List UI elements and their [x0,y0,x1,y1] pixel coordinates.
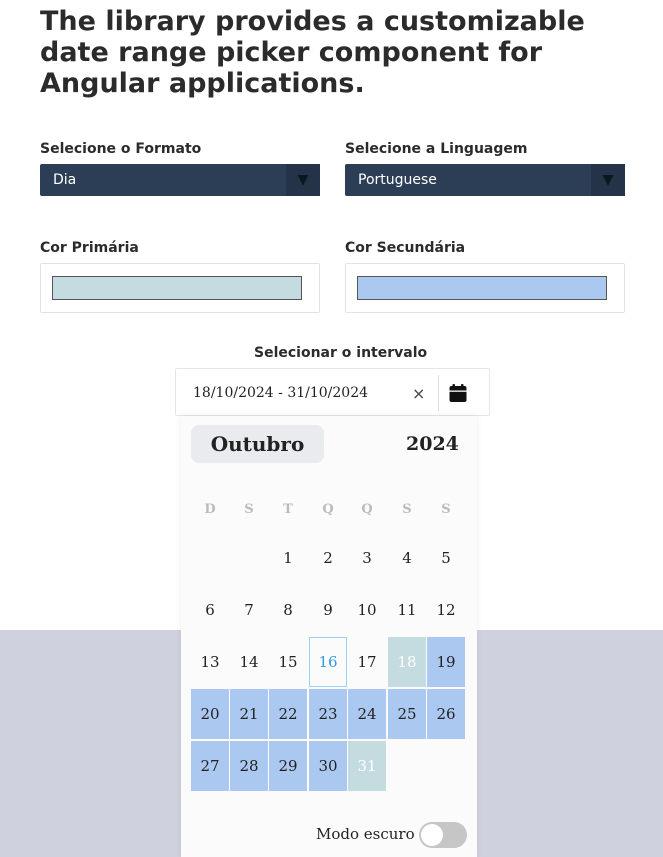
calendar-day[interactable]: 5 [427,533,465,583]
calendar-day[interactable]: 16 [309,637,347,687]
calendar-day[interactable]: 24 [348,689,386,739]
dark-mode-toggle[interactable] [419,822,467,848]
calendar-day[interactable]: 27 [191,741,229,791]
calendar-popup: Outubro 2024 DSTQQSS 1 2 3 4 5 6 7 8 9 10 11 12 13 14… [181,416,477,857]
calendar-day[interactable]: 13 [191,637,229,687]
secondary-color-label: Cor Secundária [345,240,466,256]
calendar-day[interactable]: 29 [269,741,307,791]
language-select-value: Portuguese [358,172,437,188]
weekday-label: S [441,502,451,517]
input-divider [438,375,439,411]
date-range-value[interactable]: 18/10/2024 - 31/10/2024 [193,385,368,401]
format-select-value: Dia [53,172,77,188]
toggle-knob [421,824,443,846]
weekday-label: S [244,502,254,517]
calendar-day[interactable]: 31 [348,741,386,791]
calendar-day[interactable]: 4 [388,533,426,583]
primary-color-swatch[interactable] [52,276,302,300]
weekday-label: T [283,502,293,517]
calendar-day[interactable]: 10 [348,585,386,635]
format-select[interactable]: Dia ▼ [40,164,320,196]
date-range-label: Selecionar o intervalo [254,345,428,361]
language-label: Selecione a Linguagem [345,141,528,157]
calendar-icon[interactable] [448,383,468,403]
format-label: Selecione o Formato [40,141,202,157]
calendar-day[interactable]: 30 [309,741,347,791]
calendar-day[interactable]: 19 [427,637,465,687]
calendar-day[interactable]: 15 [269,637,307,687]
weekday-label: S [402,502,412,517]
calendar-day[interactable]: 7 [230,585,268,635]
calendar-day[interactable]: 20 [191,689,229,739]
calendar-day[interactable]: 23 [309,689,347,739]
calendar-day[interactable]: 14 [230,637,268,687]
calendar-day[interactable]: 3 [348,533,386,583]
calendar-day[interactable]: 17 [348,637,386,687]
secondary-color-swatch[interactable] [357,276,607,300]
weekday-label: Q [322,502,334,517]
calendar-day[interactable]: 21 [230,689,268,739]
calendar-day[interactable]: 12 [427,585,465,635]
language-select[interactable]: Portuguese ▼ [345,164,625,196]
calendar-day[interactable]: 25 [388,689,426,739]
weekday-label: Q [361,502,373,517]
primary-color-label: Cor Primária [40,240,139,256]
chevron-down-icon[interactable]: ▼ [591,164,625,196]
month-selector-button[interactable]: Outubro [191,425,324,463]
calendar-day[interactable]: 26 [427,689,465,739]
calendar-day[interactable]: 8 [269,585,307,635]
calendar-day[interactable]: 2 [309,533,347,583]
calendar-day[interactable]: 22 [269,689,307,739]
calendar-day[interactable]: 1 [269,533,307,583]
year-selector[interactable]: 2024 [406,433,459,455]
primary-color-picker[interactable] [40,263,320,313]
calendar-day[interactable]: 9 [309,585,347,635]
calendar-day[interactable]: 6 [191,585,229,635]
page-headline: The library provides a customizable date… [40,6,585,99]
dark-mode-label: Modo escuro [316,825,415,843]
weekday-label: D [204,502,216,517]
calendar-day[interactable]: 11 [388,585,426,635]
clear-icon[interactable]: × [412,384,425,403]
calendar-day[interactable]: 18 [388,637,426,687]
calendar-day[interactable]: 28 [230,741,268,791]
chevron-down-icon[interactable]: ▼ [286,164,320,196]
secondary-color-picker[interactable] [345,263,625,313]
date-range-input[interactable]: 18/10/2024 - 31/10/2024 × [175,368,490,416]
